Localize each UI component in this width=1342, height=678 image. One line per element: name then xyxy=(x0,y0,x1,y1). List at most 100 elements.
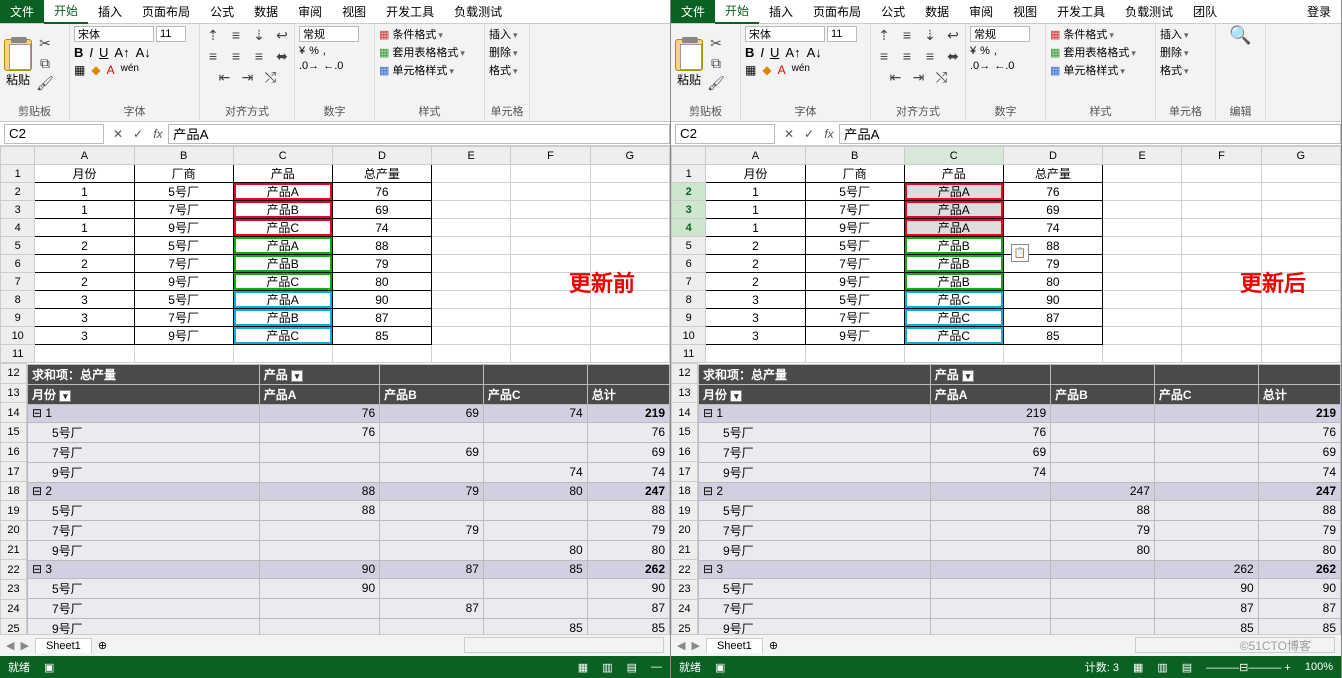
worksheet[interactable]: ABCDEFG1 月份 厂商 产品 总产量 2 1 5号厂 产品A 76 3 1… xyxy=(0,146,670,363)
cell[interactable]: 69 xyxy=(1003,201,1102,219)
row-header[interactable]: 5 xyxy=(1,237,35,255)
row-header[interactable]: 7 xyxy=(672,273,706,291)
font-name[interactable] xyxy=(745,26,825,42)
wrap-icon[interactable]: ↩ xyxy=(273,26,291,44)
cell[interactable]: 产品B xyxy=(233,255,332,273)
row-header[interactable]: 9 xyxy=(1,309,35,327)
row-header[interactable]: 6 xyxy=(1,255,35,273)
cell[interactable]: 3 xyxy=(35,309,134,327)
pivot-row[interactable]: 7号厂 xyxy=(699,442,931,462)
col-header[interactable]: E xyxy=(1103,147,1182,165)
insert-cell-button[interactable]: 插入 xyxy=(1160,26,1189,42)
font-size[interactable] xyxy=(827,26,857,42)
tab-prev[interactable]: ◀ xyxy=(6,639,14,652)
h-scrollbar[interactable] xyxy=(464,637,664,653)
row-header[interactable]: 3 xyxy=(1,201,35,219)
menu-team[interactable]: 团队 xyxy=(1183,0,1227,23)
pivot-row[interactable]: 7号厂 xyxy=(699,598,931,618)
menu-load[interactable]: 负载测试 xyxy=(1115,0,1183,23)
cell[interactable]: 产品B xyxy=(904,237,1003,255)
fill-color-icon[interactable]: ◆ xyxy=(91,63,100,77)
menu-view[interactable]: 视图 xyxy=(1003,0,1047,23)
confirm-icon[interactable]: ✓ xyxy=(128,127,148,141)
cell[interactable]: 5号厂 xyxy=(805,237,904,255)
table-format-button[interactable]: ▦套用表格格式 xyxy=(379,44,465,60)
cell[interactable]: 7号厂 xyxy=(134,201,233,219)
add-sheet-button[interactable]: ⊕ xyxy=(769,639,778,652)
pivot-group[interactable]: ⊟ 2 xyxy=(699,482,931,500)
cell[interactable]: 90 xyxy=(1003,291,1102,309)
pivot-table[interactable]: 求和项：总产量产品 ▾月份 ▾产品A产品B产品C总计⊟ 12192195号厂76… xyxy=(698,364,1341,635)
row-header[interactable]: 3 xyxy=(672,201,706,219)
pivot-row[interactable]: 5号厂 xyxy=(28,422,260,442)
cell[interactable]: 产品A xyxy=(233,237,332,255)
pivot-row-dropdown[interactable]: ▾ xyxy=(59,390,71,402)
copy-icon[interactable]: ⧉ xyxy=(36,55,54,73)
cell[interactable]: 3 xyxy=(35,327,134,345)
font-shrink-icon[interactable]: A↓ xyxy=(136,45,151,60)
cell[interactable]: 7号厂 xyxy=(805,309,904,327)
pivot-row-dropdown[interactable]: ▾ xyxy=(730,390,742,402)
comma-icon[interactable]: , xyxy=(323,45,326,57)
menu-home[interactable]: 开始 xyxy=(715,0,759,24)
cell[interactable]: 76 xyxy=(1003,183,1102,201)
menu-insert[interactable]: 插入 xyxy=(88,0,132,23)
pivot-row[interactable]: 9号厂 xyxy=(699,540,931,560)
view-break-icon[interactable]: ▤ xyxy=(627,661,637,674)
cell[interactable]: 74 xyxy=(1003,219,1102,237)
underline-icon[interactable]: U xyxy=(99,45,108,60)
pivot-group[interactable]: ⊟ 2 xyxy=(28,482,260,500)
row-header[interactable]: 7 xyxy=(1,273,35,291)
font-grow-icon[interactable]: A↑ xyxy=(114,45,129,60)
cell[interactable]: 总产量 xyxy=(332,165,431,183)
row-header[interactable]: 10 xyxy=(672,327,706,345)
cell[interactable]: 产品B xyxy=(233,309,332,327)
cell[interactable]: 3 xyxy=(706,309,805,327)
sheet-tab[interactable]: Sheet1 xyxy=(706,638,763,653)
pivot-row[interactable]: 9号厂 xyxy=(699,618,931,634)
paste-button[interactable]: 粘贴 xyxy=(675,39,703,88)
col-header[interactable]: C xyxy=(233,147,332,165)
cell[interactable]: 月份 xyxy=(706,165,805,183)
cell[interactable]: 87 xyxy=(332,309,431,327)
pivot-row[interactable]: 5号厂 xyxy=(28,500,260,520)
col-header[interactable]: A xyxy=(706,147,805,165)
row-header[interactable]: 4 xyxy=(1,219,35,237)
cell[interactable]: 产品A xyxy=(904,183,1003,201)
cond-format-button[interactable]: ▦条件格式 xyxy=(379,26,443,42)
cell[interactable]: 74 xyxy=(332,219,431,237)
cell[interactable]: 9号厂 xyxy=(805,327,904,345)
cell[interactable]: 产品 xyxy=(233,165,332,183)
col-header[interactable]: C xyxy=(904,147,1003,165)
cell[interactable]: 产品C xyxy=(904,327,1003,345)
row-header[interactable]: 5 xyxy=(672,237,706,255)
currency-icon[interactable]: ¥ xyxy=(299,45,305,57)
view-layout-icon[interactable]: ▥ xyxy=(1157,661,1167,674)
menu-insert[interactable]: 插入 xyxy=(759,0,803,23)
font-color-icon[interactable]: A xyxy=(107,63,115,77)
col-header[interactable]: D xyxy=(332,147,431,165)
cell[interactable]: 产品A xyxy=(233,183,332,201)
cell[interactable]: 产品B xyxy=(233,201,332,219)
menu-review[interactable]: 审阅 xyxy=(959,0,1003,23)
cell[interactable]: 产品 xyxy=(904,165,1003,183)
pivot-table[interactable]: 求和项：总产量产品 ▾月份 ▾产品A产品B产品C总计⊟ 17669742195号… xyxy=(27,364,670,635)
view-layout-icon[interactable]: ▥ xyxy=(602,661,612,674)
cell[interactable]: 9号厂 xyxy=(134,327,233,345)
cell[interactable]: 76 xyxy=(332,183,431,201)
cell[interactable]: 9号厂 xyxy=(134,219,233,237)
col-header[interactable]: A xyxy=(35,147,134,165)
dec-inc-icon[interactable]: .0→ xyxy=(299,60,319,72)
cell[interactable]: 产品B xyxy=(904,273,1003,291)
menu-file[interactable]: 文件 xyxy=(671,0,715,23)
cell[interactable]: 1 xyxy=(35,219,134,237)
cell[interactable]: 产品C xyxy=(904,291,1003,309)
cell[interactable]: 85 xyxy=(1003,327,1102,345)
menu-layout[interactable]: 页面布局 xyxy=(132,0,200,23)
formula-input[interactable] xyxy=(839,124,1341,144)
menu-layout[interactable]: 页面布局 xyxy=(803,0,871,23)
pivot-row[interactable]: 5号厂 xyxy=(699,578,931,598)
cell[interactable]: 1 xyxy=(35,183,134,201)
pivot-row[interactable]: 9号厂 xyxy=(699,462,931,482)
menu-login[interactable]: 登录 xyxy=(1297,0,1341,23)
